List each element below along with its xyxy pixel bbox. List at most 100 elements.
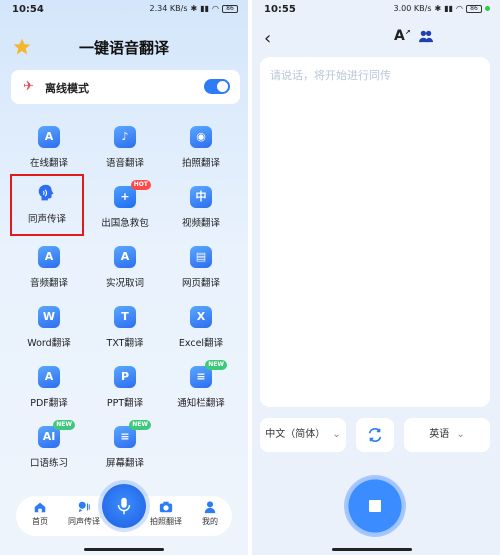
feature-online-translate[interactable]: A 在线翻译 xyxy=(11,120,87,176)
live-capture-icon: A xyxy=(114,246,136,268)
feature-label: PDF翻译 xyxy=(30,398,68,409)
microphone-icon xyxy=(117,497,131,515)
source-language-label: 中文（简体） xyxy=(265,429,326,440)
home-indicator xyxy=(332,548,412,551)
home-icon xyxy=(34,502,46,513)
offline-mode-card[interactable]: ✈ 离线模式 xyxy=(11,70,240,104)
pdf-file-icon: A xyxy=(38,366,60,388)
hot-badge: HOT xyxy=(130,180,151,190)
web-translate-icon: ▤ xyxy=(190,246,212,268)
signal-icon: ▮▮ xyxy=(200,4,210,13)
status-time: 10:54 xyxy=(12,4,44,15)
status-icons: 3.00 KB/s ✱ ▮▮ ◠ 86 xyxy=(394,4,490,13)
feature-label: 通知栏翻译 xyxy=(177,398,225,409)
nav-photo-translate[interactable]: 拍照翻译 xyxy=(144,500,188,527)
target-language-select[interactable]: 英语 ⌄ xyxy=(404,418,490,452)
back-arrow-icon[interactable]: ‹ xyxy=(264,28,271,49)
feature-label: 实况取词 xyxy=(105,278,144,289)
feature-label: 视频翻译 xyxy=(181,218,220,229)
stop-button[interactable] xyxy=(344,475,406,537)
feature-label: 拍照翻译 xyxy=(181,158,220,169)
online-translate-icon: A xyxy=(38,126,60,148)
feature-label: 屏幕翻译 xyxy=(105,458,144,469)
feature-word-translate[interactable]: W Word翻译 xyxy=(11,300,87,356)
feature-label: 在线翻译 xyxy=(29,158,68,169)
transcript-area[interactable]: 请说话，将开始进行同传 xyxy=(260,57,490,407)
ppt-file-icon: P xyxy=(114,366,136,388)
offline-mode-toggle[interactable] xyxy=(204,79,230,94)
camera-icon xyxy=(159,501,173,513)
battery-icon: 86 xyxy=(466,4,482,13)
head-speaking-icon xyxy=(38,184,54,201)
nav-home[interactable]: 首页 xyxy=(18,500,62,527)
nav-label: 拍照翻译 xyxy=(150,517,182,526)
camera-translate-icon: ◉ xyxy=(190,126,212,148)
feature-live-capture[interactable]: A 实况取词 xyxy=(87,240,163,296)
page-title: 一键语音翻译 xyxy=(78,39,169,57)
feature-audio-translate[interactable]: A 音频翻译 xyxy=(11,240,87,296)
swap-languages-button[interactable] xyxy=(356,418,394,452)
feature-label: TXT翻译 xyxy=(106,338,144,349)
audio-translate-icon: A xyxy=(38,246,60,268)
new-badge: NEW xyxy=(129,420,151,430)
nav-label: 同声传译 xyxy=(68,517,100,526)
feature-simultaneous-interpretation[interactable]: 同声传译 xyxy=(10,174,84,236)
word-file-icon: W xyxy=(38,306,60,328)
chevron-down-icon: ⌄ xyxy=(456,429,465,440)
feature-ppt-translate[interactable]: P PPT翻译 xyxy=(87,360,163,416)
transcript-placeholder: 请说话，将开始进行同传 xyxy=(270,69,391,82)
airplane-icon: ✈ xyxy=(23,79,34,94)
net-speed: 2.34 KB/s xyxy=(149,4,188,13)
feature-video-translate[interactable]: 中 视频翻译 xyxy=(163,180,239,236)
people-icon[interactable] xyxy=(418,29,434,43)
feature-web-translate[interactable]: ▤ 网页翻译 xyxy=(163,240,239,296)
stop-icon xyxy=(369,500,381,512)
status-time: 10:55 xyxy=(264,4,296,15)
feature-photo-translate[interactable]: ◉ 拍照翻译 xyxy=(163,120,239,176)
home-screen: 10:54 2.34 KB/s ✱ ▮▮ ◠ 86 一键语音翻译 ✈ 离线模式 … xyxy=(0,0,248,555)
feature-label: Word翻译 xyxy=(27,338,71,349)
chevron-down-icon: ⌄ xyxy=(332,429,341,440)
net-speed: 3.00 KB/s xyxy=(393,4,432,13)
feature-speaking-practice[interactable]: AI NEW 口语练习 xyxy=(11,420,87,476)
new-badge: NEW xyxy=(53,420,75,430)
nav-label: 首页 xyxy=(32,517,48,526)
person-icon xyxy=(204,501,216,514)
feature-travel-kit[interactable]: + HOT 出国急救包 xyxy=(87,180,163,236)
feature-label: 音频翻译 xyxy=(29,278,68,289)
feature-notification-translate[interactable]: ≡ NEW 通知栏翻译 xyxy=(163,360,239,416)
feature-voice-translate[interactable]: ♪ 语音翻译 xyxy=(87,120,163,176)
status-bar: 10:55 3.00 KB/s ✱ ▮▮ ◠ 86 xyxy=(252,4,500,20)
feature-label: 同声传译 xyxy=(27,214,66,225)
mic-active-dot xyxy=(485,6,490,11)
feature-pdf-translate[interactable]: A PDF翻译 xyxy=(11,360,87,416)
feature-label: 语音翻译 xyxy=(105,158,144,169)
swap-icon xyxy=(368,428,382,442)
voice-input-button[interactable] xyxy=(102,484,146,528)
offline-mode-label: 离线模式 xyxy=(45,82,89,95)
new-badge: NEW xyxy=(205,360,227,370)
target-language-label: 英语 xyxy=(429,429,450,440)
source-language-select[interactable]: 中文（简体） ⌄ xyxy=(260,418,346,452)
feature-label: Excel翻译 xyxy=(178,338,224,349)
nav-profile[interactable]: 我的 xyxy=(188,500,232,527)
feature-label: 网页翻译 xyxy=(181,278,220,289)
nav-interpretation[interactable]: 同声传译 xyxy=(62,500,106,527)
wifi-icon: ◠ xyxy=(212,4,219,13)
nav-label: 我的 xyxy=(202,517,218,526)
interpretation-screen: 10:55 3.00 KB/s ✱ ▮▮ ◠ 86 ‹ A↗ 请说话，将开始进行… xyxy=(252,0,500,555)
feature-screen-translate[interactable]: ≡ NEW 屏幕翻译 xyxy=(87,420,163,476)
speaker-icon xyxy=(78,501,90,513)
status-icons: 2.34 KB/s ✱ ▮▮ ◠ 86 xyxy=(150,4,238,13)
voice-translate-icon: ♪ xyxy=(114,126,136,148)
feature-excel-translate[interactable]: X Excel翻译 xyxy=(163,300,239,356)
feature-txt-translate[interactable]: T TXT翻译 xyxy=(87,300,163,356)
txt-file-icon: T xyxy=(114,306,136,328)
excel-file-icon: X xyxy=(190,306,212,328)
video-translate-icon: 中 xyxy=(190,186,212,208)
wifi-icon: ◠ xyxy=(456,4,463,13)
feature-label: PPT翻译 xyxy=(106,398,144,409)
home-indicator xyxy=(84,548,164,551)
signal-icon: ▮▮ xyxy=(444,4,454,13)
font-size-icon[interactable]: A↗ xyxy=(394,28,411,44)
